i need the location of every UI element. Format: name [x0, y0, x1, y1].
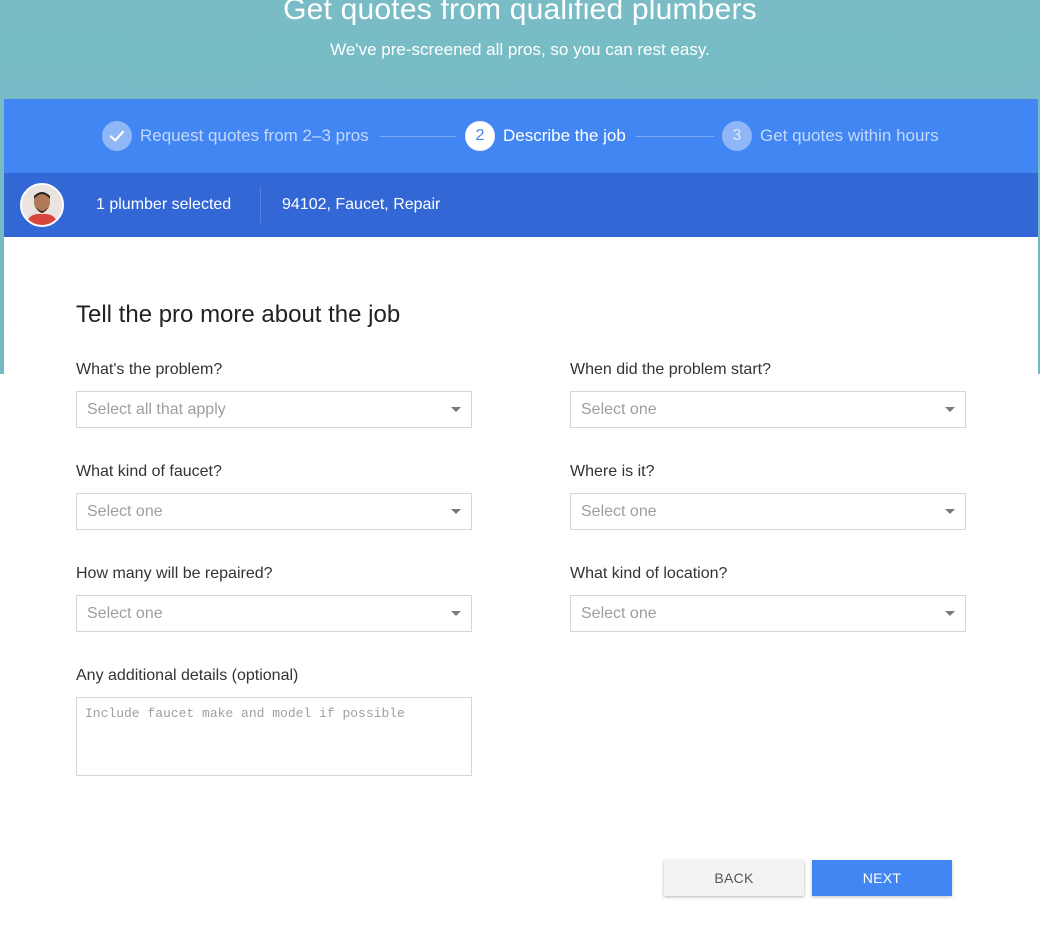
- step-get-quotes: 3 Get quotes within hours: [722, 121, 939, 151]
- request-card: Request quotes from 2–3 pros 2 Describe …: [4, 99, 1038, 932]
- select-value: Select all that apply: [87, 401, 226, 418]
- chevron-down-icon: [451, 509, 461, 514]
- step-label: Describe the job: [503, 126, 626, 145]
- chevron-down-icon: [451, 407, 461, 412]
- step-connector: [636, 136, 714, 137]
- select-value: Select one: [87, 503, 163, 520]
- checkmark-icon: [102, 121, 132, 151]
- details-textarea[interactable]: [76, 697, 472, 776]
- problem-start-label: When did the problem start?: [570, 361, 771, 378]
- problem-label: What's the problem?: [76, 361, 223, 378]
- divider: [260, 187, 261, 223]
- faucet-kind-label: What kind of faucet?: [76, 463, 222, 480]
- location-kind-label: What kind of location?: [570, 565, 728, 582]
- select-value: Select one: [581, 605, 657, 622]
- select-value: Select one: [581, 503, 657, 520]
- where-select[interactable]: Select one: [570, 493, 966, 530]
- select-value: Select one: [581, 401, 657, 418]
- step-label: Get quotes within hours: [760, 126, 939, 145]
- selection-summary: 1 plumber selected 94102, Faucet, Repair: [4, 173, 1038, 237]
- next-button[interactable]: NEXT: [812, 860, 952, 896]
- back-button[interactable]: BACK: [664, 860, 804, 896]
- avatar: [20, 183, 64, 227]
- step-number: 3: [722, 121, 752, 151]
- details-label: Any additional details (optional): [76, 667, 299, 684]
- selected-pros-count: 1 plumber selected: [96, 196, 232, 213]
- problem-start-select[interactable]: Select one: [570, 391, 966, 428]
- quantity-select[interactable]: Select one: [76, 595, 472, 632]
- problem-select[interactable]: Select all that apply: [76, 391, 472, 428]
- step-label: Request quotes from 2–3 pros: [140, 126, 369, 145]
- step-describe-job: 2 Describe the job: [465, 121, 626, 151]
- chevron-down-icon: [945, 407, 955, 412]
- location-kind-select[interactable]: Select one: [570, 595, 966, 632]
- quantity-label: How many will be repaired?: [76, 565, 273, 582]
- select-value: Select one: [87, 605, 163, 622]
- hero-title: Get quotes from qualified plumbers: [283, 0, 757, 26]
- progress-steps: Request quotes from 2–3 pros 2 Describe …: [4, 99, 1038, 173]
- chevron-down-icon: [945, 611, 955, 616]
- hero-subtitle: We've pre-screened all pros, so you can …: [330, 40, 710, 59]
- chevron-down-icon: [451, 611, 461, 616]
- form-title: Tell the pro more about the job: [76, 301, 401, 328]
- chevron-down-icon: [945, 509, 955, 514]
- job-summary: 94102, Faucet, Repair: [282, 196, 441, 213]
- step-number: 2: [465, 121, 495, 151]
- faucet-kind-select[interactable]: Select one: [76, 493, 472, 530]
- step-connector: [380, 136, 456, 137]
- step-request-quotes: Request quotes from 2–3 pros: [102, 121, 369, 151]
- where-label: Where is it?: [570, 463, 655, 480]
